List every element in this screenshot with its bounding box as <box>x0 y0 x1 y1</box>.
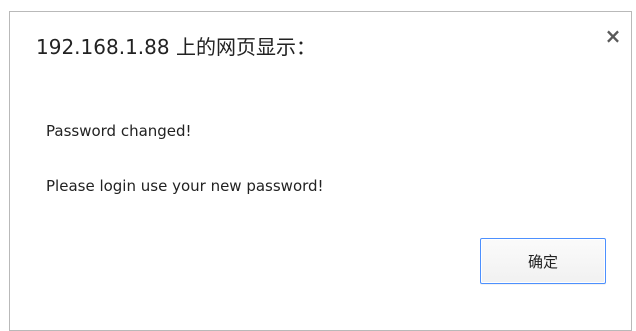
message-password-changed: Password changed! <box>46 122 192 140</box>
close-icon[interactable]: × <box>603 26 623 46</box>
ok-button[interactable]: 确定 <box>480 238 606 284</box>
dialog-title: 192.168.1.88 上的网页显示： <box>36 35 316 59</box>
message-login-instruction: Please login use your new password! <box>46 177 324 195</box>
